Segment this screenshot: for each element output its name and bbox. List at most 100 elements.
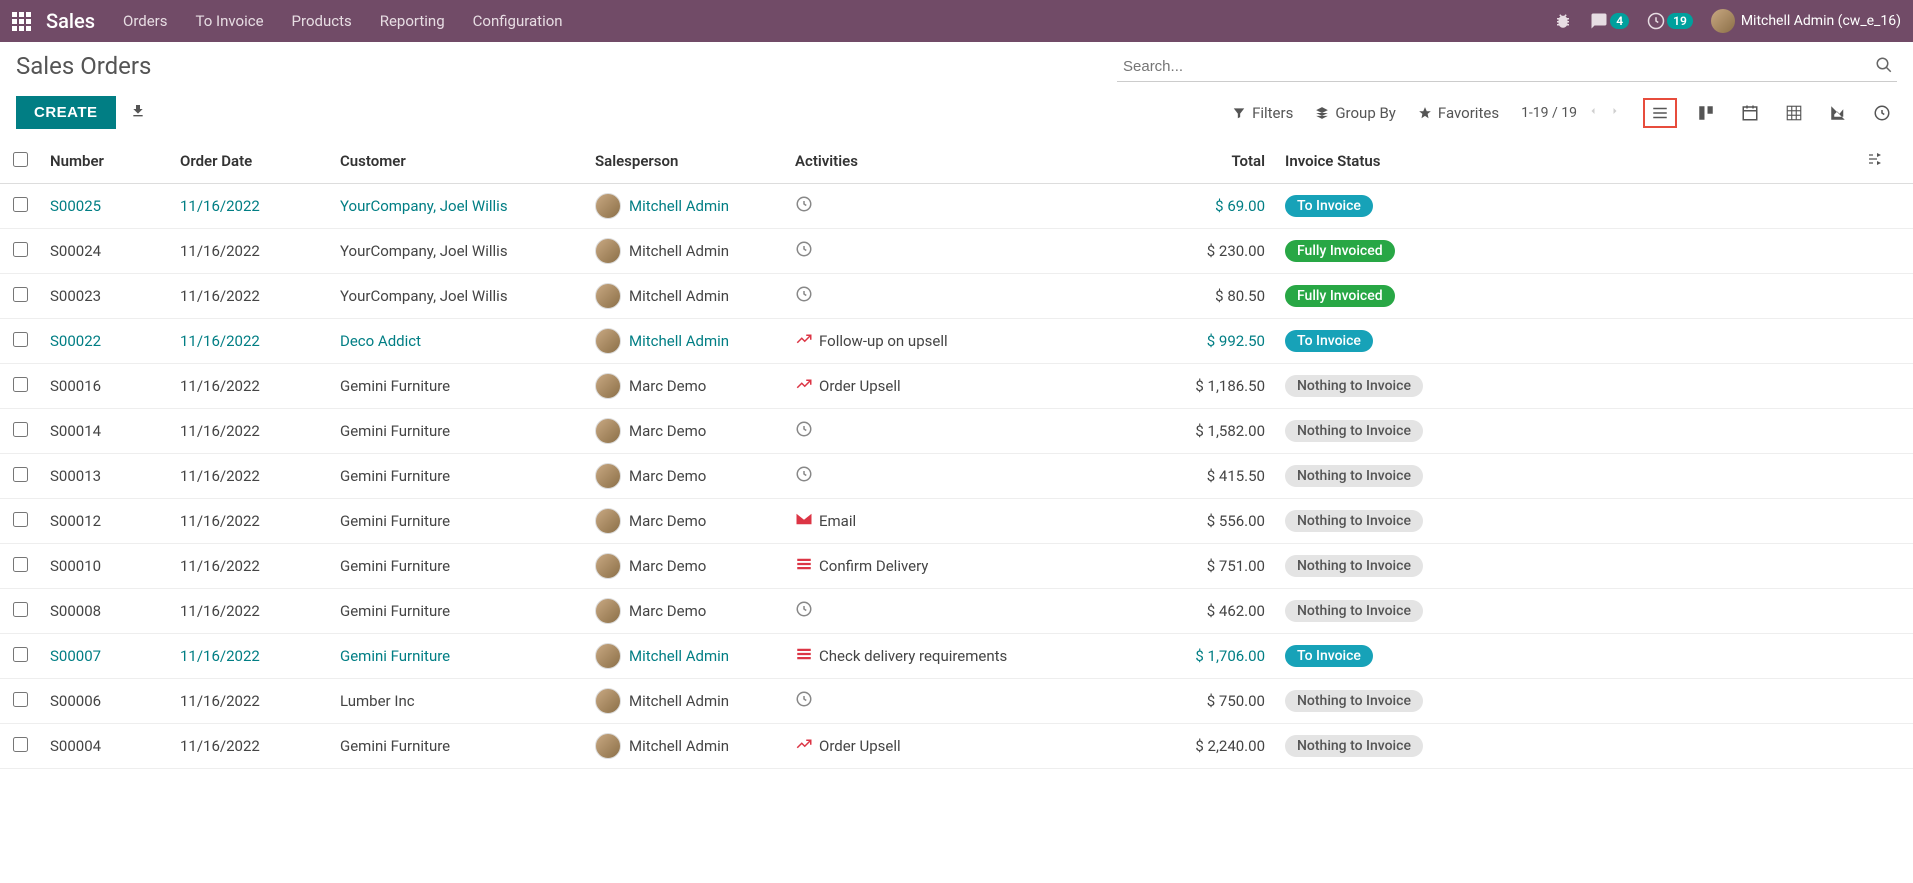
order-number[interactable]: S00014 <box>50 422 101 440</box>
messages-icon[interactable]: 4 <box>1590 12 1629 30</box>
salesperson-name[interactable]: Mitchell Admin <box>629 242 729 260</box>
view-list-icon[interactable] <box>1643 98 1677 128</box>
nav-products[interactable]: Products <box>292 12 352 30</box>
table-row[interactable]: S00012 11/16/2022 Gemini Furniture Marc … <box>0 499 1913 544</box>
table-row[interactable]: S00008 11/16/2022 Gemini Furniture Marc … <box>0 589 1913 634</box>
row-checkbox[interactable] <box>13 377 28 392</box>
filters-button[interactable]: Filters <box>1232 104 1293 122</box>
customer-name[interactable]: Gemini Furniture <box>340 512 450 530</box>
salesperson-name[interactable]: Marc Demo <box>629 512 706 530</box>
customer-name[interactable]: Gemini Furniture <box>340 737 450 755</box>
col-customer[interactable]: Customer <box>330 139 585 184</box>
clock-icon[interactable] <box>795 420 813 442</box>
search-icon[interactable] <box>1875 56 1893 78</box>
order-number[interactable]: S00025 <box>50 197 101 215</box>
order-number[interactable]: S00008 <box>50 602 101 620</box>
app-brand[interactable]: Sales <box>46 9 95 33</box>
row-checkbox[interactable] <box>13 197 28 212</box>
table-row[interactable]: S00025 11/16/2022 YourCompany, Joel Will… <box>0 184 1913 229</box>
table-row[interactable]: S00014 11/16/2022 Gemini Furniture Marc … <box>0 409 1913 454</box>
row-checkbox[interactable] <box>13 467 28 482</box>
clock-icon[interactable] <box>795 465 813 487</box>
nav-orders[interactable]: Orders <box>123 12 168 30</box>
order-number[interactable]: S00004 <box>50 737 101 755</box>
salesperson-name[interactable]: Mitchell Admin <box>629 647 729 665</box>
salesperson-name[interactable]: Mitchell Admin <box>629 197 729 215</box>
user-menu[interactable]: Mitchell Admin (cw_e_16) <box>1711 9 1901 33</box>
nav-configuration[interactable]: Configuration <box>473 12 563 30</box>
row-checkbox[interactable] <box>13 287 28 302</box>
order-number[interactable]: S00013 <box>50 467 101 485</box>
pager-prev[interactable] <box>1587 105 1599 121</box>
select-all-checkbox[interactable] <box>13 152 28 167</box>
activities-icon[interactable]: 19 <box>1647 12 1693 30</box>
clock-icon[interactable] <box>795 600 813 622</box>
order-number[interactable]: S00006 <box>50 692 101 710</box>
order-number[interactable]: S00010 <box>50 557 101 575</box>
row-checkbox[interactable] <box>13 242 28 257</box>
col-number[interactable]: Number <box>40 139 170 184</box>
apps-menu-icon[interactable] <box>12 10 34 32</box>
upsell-icon[interactable] <box>795 330 813 352</box>
salesperson-name[interactable]: Mitchell Admin <box>629 287 729 305</box>
pager-value[interactable]: 1-19 / 19 <box>1521 105 1577 121</box>
search-input[interactable] <box>1117 52 1897 82</box>
email-icon[interactable] <box>795 510 813 532</box>
col-settings[interactable] <box>1746 139 1913 184</box>
favorites-button[interactable]: Favorites <box>1418 104 1499 122</box>
salesperson-name[interactable]: Mitchell Admin <box>629 737 729 755</box>
customer-name[interactable]: YourCompany, Joel Willis <box>340 197 508 215</box>
view-calendar-icon[interactable] <box>1735 98 1765 128</box>
salesperson-name[interactable]: Marc Demo <box>629 422 706 440</box>
task-icon[interactable] <box>795 645 813 667</box>
table-row[interactable]: S00013 11/16/2022 Gemini Furniture Marc … <box>0 454 1913 499</box>
clock-icon[interactable] <box>795 690 813 712</box>
col-activities[interactable]: Activities <box>785 139 1095 184</box>
nav-to-invoice[interactable]: To Invoice <box>196 12 264 30</box>
groupby-button[interactable]: Group By <box>1315 104 1396 122</box>
order-number[interactable]: S00022 <box>50 332 101 350</box>
table-row[interactable]: S00006 11/16/2022 Lumber Inc Mitchell Ad… <box>0 679 1913 724</box>
nav-reporting[interactable]: Reporting <box>380 12 445 30</box>
customer-name[interactable]: YourCompany, Joel Willis <box>340 242 508 260</box>
row-checkbox[interactable] <box>13 737 28 752</box>
view-pivot-icon[interactable] <box>1779 98 1809 128</box>
salesperson-name[interactable]: Mitchell Admin <box>629 692 729 710</box>
salesperson-name[interactable]: Marc Demo <box>629 602 706 620</box>
upsell-icon[interactable] <box>795 375 813 397</box>
col-order-date[interactable]: Order Date <box>170 139 330 184</box>
row-checkbox[interactable] <box>13 422 28 437</box>
table-row[interactable]: S00016 11/16/2022 Gemini Furniture Marc … <box>0 364 1913 409</box>
customer-name[interactable]: Lumber Inc <box>340 692 415 710</box>
clock-icon[interactable] <box>795 240 813 262</box>
table-row[interactable]: S00022 11/16/2022 Deco Addict Mitchell A… <box>0 319 1913 364</box>
customer-name[interactable]: Deco Addict <box>340 332 421 350</box>
customer-name[interactable]: Gemini Furniture <box>340 377 450 395</box>
customer-name[interactable]: Gemini Furniture <box>340 647 450 665</box>
salesperson-name[interactable]: Marc Demo <box>629 557 706 575</box>
order-number[interactable]: S00024 <box>50 242 101 260</box>
customer-name[interactable]: Gemini Furniture <box>340 602 450 620</box>
col-salesperson[interactable]: Salesperson <box>585 139 785 184</box>
customer-name[interactable]: Gemini Furniture <box>340 422 450 440</box>
col-total[interactable]: Total <box>1095 139 1275 184</box>
table-row[interactable]: S00023 11/16/2022 YourCompany, Joel Will… <box>0 274 1913 319</box>
clock-icon[interactable] <box>795 285 813 307</box>
customer-name[interactable]: YourCompany, Joel Willis <box>340 287 508 305</box>
clock-icon[interactable] <box>795 195 813 217</box>
view-activity-icon[interactable] <box>1867 98 1897 128</box>
customer-name[interactable]: Gemini Furniture <box>340 467 450 485</box>
debug-icon[interactable] <box>1554 12 1572 30</box>
col-invoice-status[interactable]: Invoice Status <box>1275 139 1746 184</box>
pager-next[interactable] <box>1609 105 1621 121</box>
salesperson-name[interactable]: Marc Demo <box>629 377 706 395</box>
table-row[interactable]: S00007 11/16/2022 Gemini Furniture Mitch… <box>0 634 1913 679</box>
order-number[interactable]: S00012 <box>50 512 101 530</box>
salesperson-name[interactable]: Marc Demo <box>629 467 706 485</box>
table-row[interactable]: S00004 11/16/2022 Gemini Furniture Mitch… <box>0 724 1913 769</box>
table-row[interactable]: S00010 11/16/2022 Gemini Furniture Marc … <box>0 544 1913 589</box>
row-checkbox[interactable] <box>13 647 28 662</box>
create-button[interactable]: CREATE <box>16 96 116 129</box>
view-graph-icon[interactable] <box>1823 98 1853 128</box>
upsell-icon[interactable] <box>795 735 813 757</box>
